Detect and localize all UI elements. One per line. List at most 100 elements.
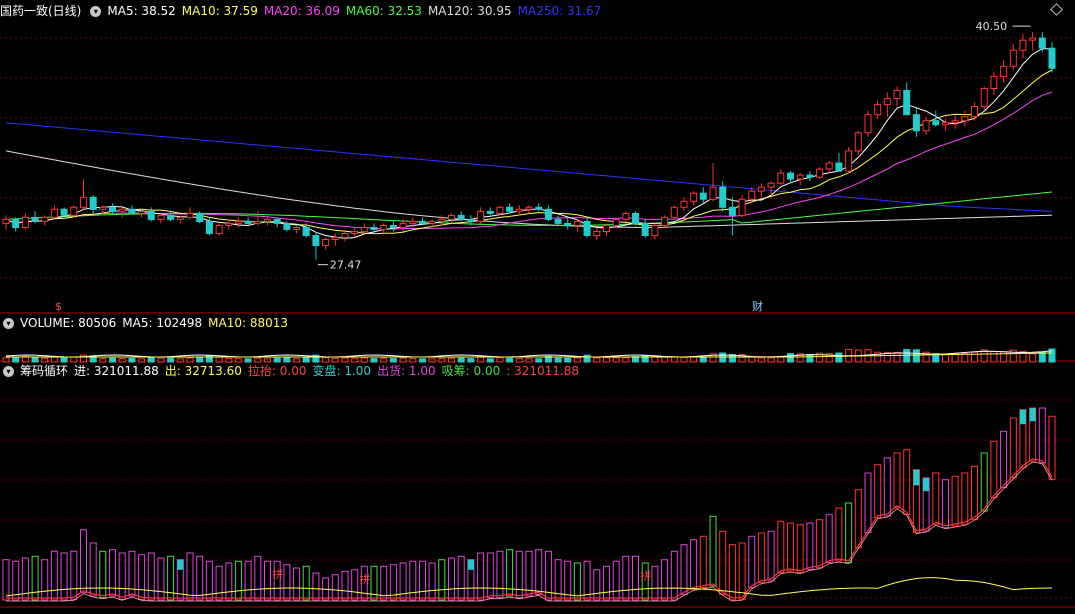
candle [234,220,242,224]
candle [419,220,426,224]
chip-bar [651,565,659,601]
chip-bar-fill [177,559,184,570]
chip-bar [448,557,455,601]
chip-bar [1009,417,1017,479]
chip-legend: 进: 321011.88 出: 32713.60 拉抬: 0.00 变盘: 1.00 出… [74,364,585,378]
chip-base-line-2 [6,461,1053,602]
candle [254,220,262,224]
chip-bar [302,565,310,601]
volume-dropdown-icon[interactable]: ▾ [3,318,14,329]
candle [147,210,155,220]
chip-bar [767,530,775,582]
chip-bar [573,562,581,601]
candle [874,104,882,116]
candle [215,225,223,235]
candle [593,231,601,236]
chip-bar [138,554,146,600]
chip-bar [903,449,911,515]
chip-bar [864,472,872,534]
volume-bar [748,356,756,363]
chip-bar [428,562,436,601]
chip-bar [535,549,543,595]
chip-bar [283,564,291,601]
candle [225,222,233,226]
candle [690,192,698,202]
volume-bar [583,354,591,363]
chip-value-label-2: 拉抬: 0.00 [247,364,307,378]
candle [525,206,533,210]
chip-bar [80,529,87,594]
candle [21,216,29,228]
candle [573,220,581,226]
price-ma-label-2: MA20: 36.09 [263,4,340,18]
volume-bar [903,349,911,363]
candle [719,186,727,208]
chip-bar [699,535,707,589]
chip-bar [777,520,785,574]
chip-bar [593,569,601,601]
candle [1019,39,1027,51]
candle [264,218,271,222]
candle [1048,47,1056,69]
candle [903,90,911,116]
candle [186,212,194,218]
chip-title: 筹码循环 [20,364,69,378]
volume-bar [767,357,775,363]
candle [942,122,949,126]
candle [670,206,678,218]
candle [457,214,465,220]
candle [641,222,649,236]
stock-title[interactable]: 国药一致(日线) [0,4,81,18]
candle [293,227,301,230]
chip-bar [748,535,756,589]
volume-bar [990,350,998,363]
candle [971,106,978,118]
volume-header: ▾ VOLUME: 80506 MA5: 102498 MA10: 88013 [0,314,300,332]
volume-bar [1029,353,1037,363]
candle [680,200,688,208]
candle [777,172,785,184]
volume-bar [893,351,901,363]
chip-header: ▾ 筹码循环 进: 321011.88 出: 32713.60 拉抬: 0.00 变盘: … [0,362,591,380]
high-label: 40.50 [976,20,1008,33]
chip-signal-label: 拼 [640,569,651,583]
chip-bar [835,507,843,562]
candle [176,216,184,220]
candle [835,162,843,172]
volume-bar [593,357,601,363]
candle [31,216,39,222]
chip-dropdown-icon[interactable]: ▾ [3,366,14,377]
candle [496,206,504,214]
chip-bar [109,549,116,597]
volume-bar [835,352,843,363]
volume-bar [806,354,814,363]
chip-bar [234,560,242,601]
settings-dropdown-icon[interactable]: ▾ [90,6,102,17]
candle [661,216,669,226]
candle [244,220,252,224]
candle [428,220,436,224]
chip-bar [738,542,746,600]
chip-bar [254,555,262,601]
chip-value-label-6: : 321011.88 [506,364,579,378]
candle [138,210,146,214]
chip-bar [990,440,998,499]
candle [157,214,165,220]
candle [612,218,620,226]
chip-bar [661,559,669,601]
candle [912,114,920,132]
price-ma-legend: MA5: 38.52 MA10: 37.59 MA20: 36.09 MA60: 32… [107,4,607,18]
candle [961,116,969,122]
chip-value-label-0: 进: 321011.88 [74,364,159,378]
chip-bar [787,522,794,572]
candle [728,206,736,216]
chart-canvas: 40.50 27.47 $ 财拼 拼 拼 [0,20,1075,608]
chip-bar [854,489,862,549]
chip-bar [1038,407,1046,464]
chip-bar [709,515,717,587]
price-ma-label-4: MA120: 30.95 [427,4,512,18]
candle [767,182,775,188]
candle [932,120,940,126]
chip-bar [215,565,223,601]
chip-bar [157,557,165,601]
